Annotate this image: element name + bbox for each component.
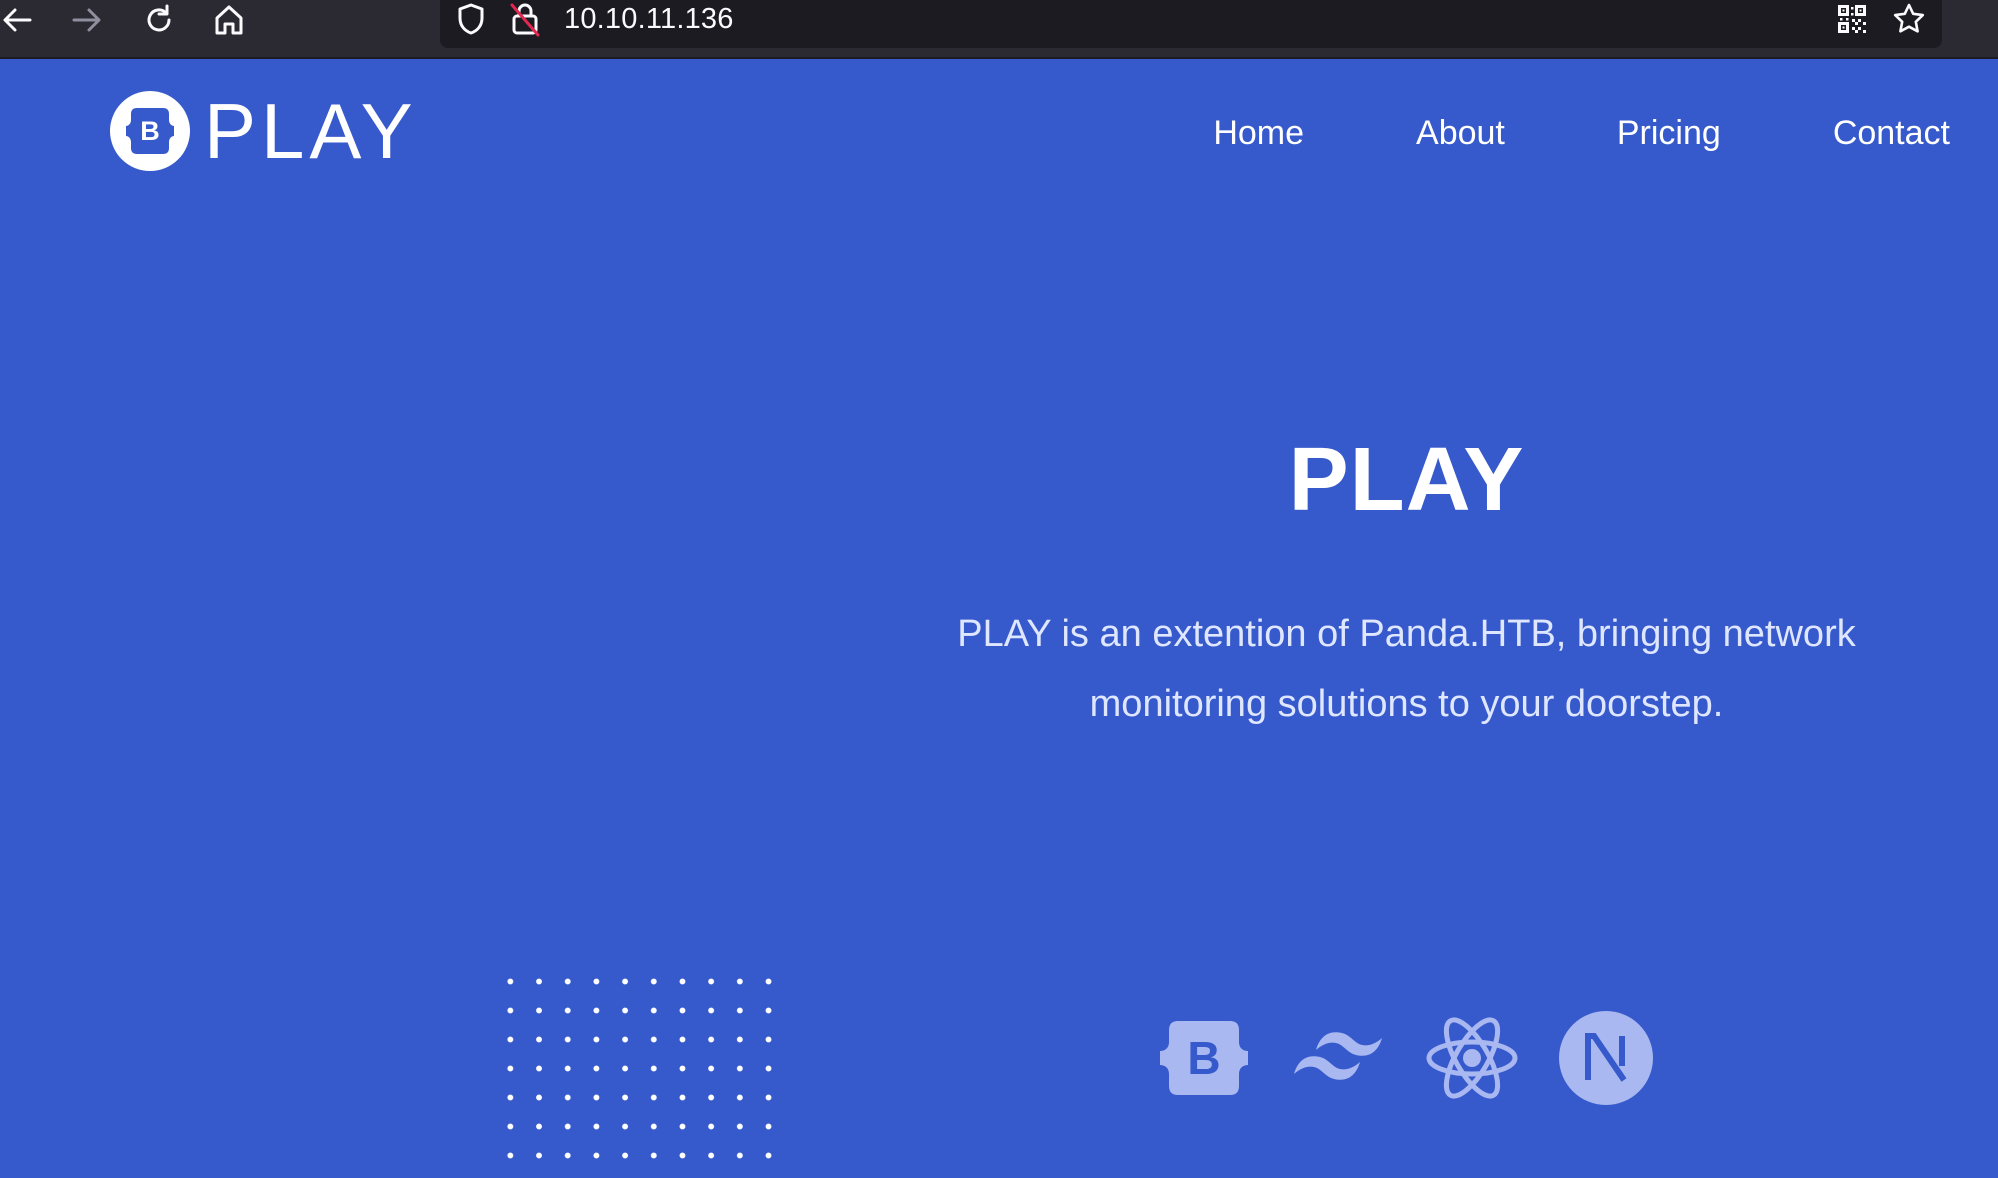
forward-arrow-icon[interactable] (64, 0, 110, 40)
nav-contact[interactable]: Contact (1833, 108, 1950, 158)
main-nav: Home About Pricing Contact (1213, 108, 1950, 158)
home-icon[interactable] (206, 0, 252, 40)
qr-code-icon[interactable] (1836, 0, 1868, 38)
back-arrow-icon[interactable] (0, 0, 40, 40)
bootstrap-icon: B (1154, 1008, 1254, 1108)
bootstrap-logo-icon: B (110, 91, 190, 171)
react-icon (1422, 1008, 1522, 1108)
shield-icon[interactable] (456, 0, 486, 38)
svg-text:B: B (140, 116, 160, 146)
url-text[interactable]: 10.10.11.136 (564, 4, 734, 34)
nav-about[interactable]: About (1416, 108, 1505, 158)
site-logo[interactable]: B PLAY (110, 91, 418, 171)
nav-pricing[interactable]: Pricing (1617, 108, 1721, 158)
nav-home[interactable]: Home (1213, 108, 1304, 158)
insecure-lock-icon[interactable] (509, 0, 541, 38)
dot-grid-decoration (496, 967, 776, 1178)
hero-description: PLAY is an extention of Panda.HTB, bring… (957, 613, 1856, 725)
nextjs-icon (1556, 1008, 1656, 1108)
hero-title: PLAY (1288, 430, 1525, 530)
address-bar[interactable]: 10.10.11.136 (440, 0, 1942, 48)
tailwind-icon (1288, 1008, 1388, 1108)
reload-icon[interactable] (136, 0, 182, 40)
svg-text:B: B (1187, 1032, 1220, 1084)
bookmark-star-icon[interactable] (1892, 0, 1926, 38)
logo-text: PLAY (204, 87, 418, 175)
browser-toolbar: 10.10.11.136 (0, 0, 1998, 59)
